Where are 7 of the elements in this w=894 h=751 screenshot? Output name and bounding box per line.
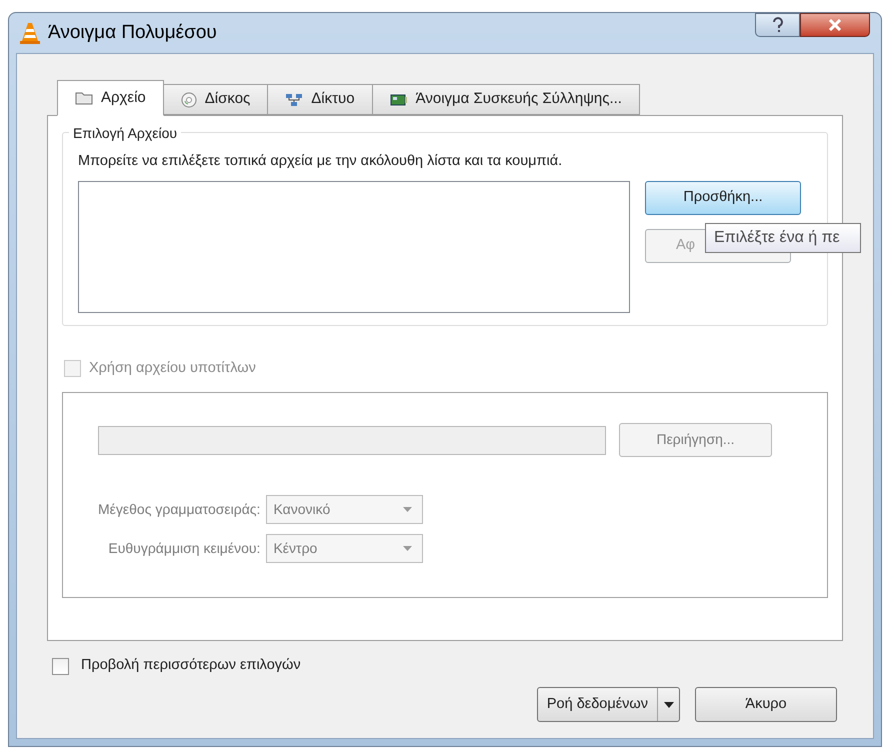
field-label: Μέγεθος γραμματοσειράς: [98,500,260,519]
description-text: Μπορείτε να επιλέξετε τοπικά αρχεία με την ακόλουθη λίστα και τα κουμπιά. [78,152,564,171]
field-label: Ευθυγράμμιση κειμένου: [107,538,260,558]
checkbox-label: Χρήση αρχείου υποτίτλων [89,358,256,378]
window-title: Άνοιγμα Πολυμέσου [48,20,217,45]
checkbox-label: Προβολή περισσότερων επιλογών [81,656,301,676]
tooltip: Επιλέξτε ένα ή πε [705,222,861,253]
